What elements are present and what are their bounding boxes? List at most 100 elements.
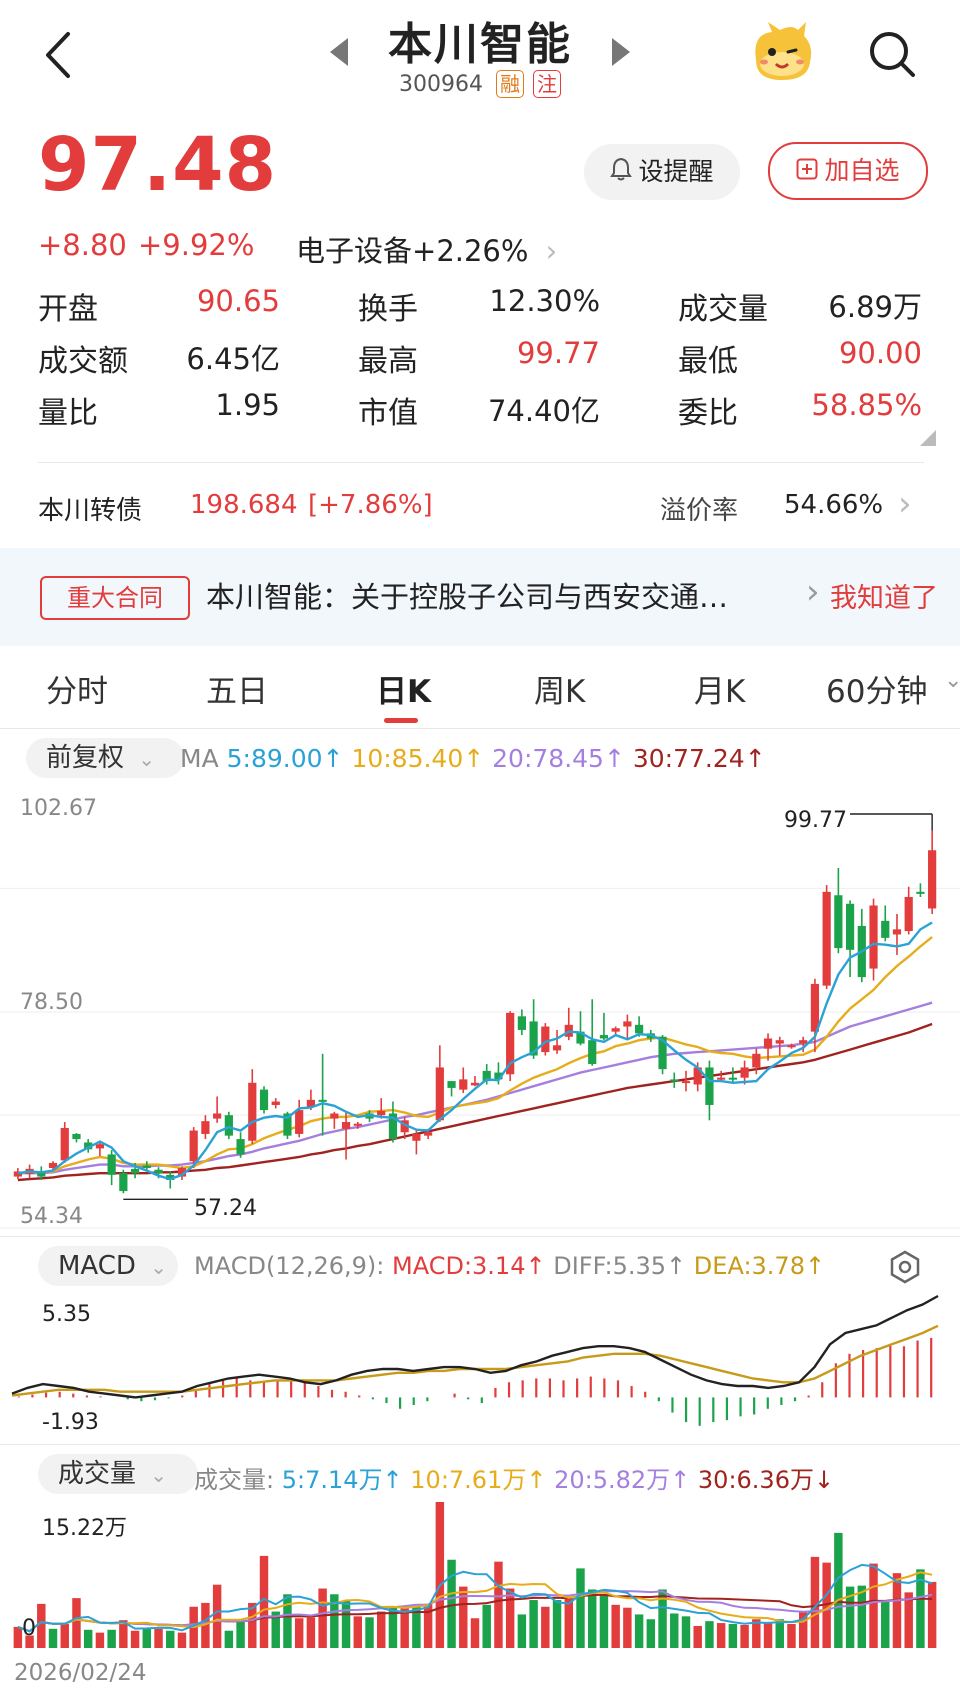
candle-body <box>681 1081 691 1084</box>
candle-body <box>928 850 937 909</box>
volume-bar <box>154 1628 163 1648</box>
macd-value: MACD:3.14↑ <box>392 1252 546 1280</box>
candle-body <box>634 1024 644 1034</box>
candle-body <box>517 1016 526 1030</box>
premium-rate-value[interactable]: 54.66% <box>784 490 883 520</box>
stat-value: 1.95 <box>215 388 280 422</box>
volume-bar <box>763 1623 773 1648</box>
candle-body <box>810 983 820 1032</box>
ma10-value: 10:85.40↑ <box>351 744 485 773</box>
volume-bar <box>646 1619 656 1648</box>
volume-bar <box>142 1628 152 1648</box>
stat-value: 90.65 <box>196 284 280 318</box>
candle-body <box>552 1045 562 1051</box>
ma20-value: 20:78.45↑ <box>492 744 625 773</box>
volume-bar <box>611 1604 620 1648</box>
stat-value: 74.40亿 <box>487 394 600 428</box>
candle-body <box>728 1077 737 1080</box>
bond-chevron-icon[interactable]: › <box>898 484 912 524</box>
volume-bar <box>904 1592 913 1648</box>
y-axis-bottom: 54.34 <box>20 1204 83 1229</box>
candle-body <box>412 1133 421 1141</box>
stat-label: 换手 <box>358 292 418 327</box>
dismiss-notice-button[interactable]: 我知道了 <box>830 576 938 615</box>
dea-line <box>11 1324 939 1397</box>
tab-more-chevron-icon[interactable]: ⌄ <box>944 668 960 693</box>
volume-bar <box>212 1584 222 1648</box>
volume-bar <box>634 1614 644 1648</box>
tab-0[interactable]: 分时 <box>46 666 108 711</box>
mascot-icon[interactable] <box>748 20 816 84</box>
candle-body <box>189 1130 198 1162</box>
volume-bar <box>353 1616 363 1648</box>
candle-body <box>775 1040 784 1044</box>
bell-icon <box>610 145 633 201</box>
volume-bar <box>681 1616 691 1648</box>
last-price: 97.48 <box>38 122 278 208</box>
adjust-label: 前复权 <box>46 743 125 773</box>
set-reminder-button[interactable]: 设提醒 <box>584 144 740 200</box>
settings-hex-icon[interactable] <box>888 1250 922 1284</box>
premium-rate-label: 溢价率 <box>660 496 739 526</box>
macd-chart[interactable] <box>0 1290 960 1442</box>
candle-body <box>670 1079 679 1082</box>
vol5-value: 5:7.14万↑ <box>281 1466 403 1494</box>
header-bar: 本川智能 300964 融 注 <box>0 0 960 115</box>
stat-value: 99.77 <box>516 336 600 370</box>
candle-body <box>752 1053 761 1068</box>
candle-body <box>834 895 843 949</box>
volume-dropdown[interactable]: 成交量 ⌄ <box>38 1454 198 1494</box>
volume-bar <box>72 1598 81 1648</box>
tab-4[interactable]: 月K <box>694 666 745 711</box>
notice-text[interactable]: 本川智能：关于控股子公司与西安交通… <box>206 574 786 616</box>
volume-bar <box>60 1624 69 1648</box>
macd-legend: MACD(12,26,9): MACD:3.14↑ DIFF:5.35↑ DEA… <box>194 1252 825 1280</box>
low-annotation: 57.24 <box>194 1196 257 1221</box>
volume-bar <box>705 1621 714 1648</box>
volume-chart[interactable] <box>0 1500 960 1650</box>
stat-label: 成交量 <box>678 292 768 327</box>
y-axis-top: 102.67 <box>20 796 97 821</box>
expand-corner-icon[interactable] <box>920 430 936 446</box>
vol20-value: 20:5.82万↑ <box>554 1466 691 1494</box>
ma10-line <box>17 936 933 1175</box>
volume-bar <box>166 1630 175 1648</box>
volume-bar <box>306 1617 316 1648</box>
dea-value: DEA:3.78↑ <box>693 1252 826 1280</box>
volume-bar <box>48 1628 58 1648</box>
stat-value: 58.85% <box>811 388 922 422</box>
ma-label: MA <box>180 744 219 773</box>
sector-pct: +2.26% <box>412 234 529 268</box>
next-stock-icon[interactable] <box>612 38 630 66</box>
volume-legend: 成交量: 5:7.14万↑ 10:7.61万↑ 20:5.82万↑ 30:6.3… <box>194 1460 834 1495</box>
volume-bar <box>95 1632 105 1648</box>
volume-bar <box>341 1600 351 1648</box>
candle-body <box>130 1168 140 1174</box>
volume-bar <box>435 1502 445 1648</box>
price-change-pct: +9.92% <box>138 228 255 262</box>
sector-link[interactable]: 电子设备+2.26% › <box>296 228 557 270</box>
macd-params: MACD(12,26,9): <box>194 1252 385 1280</box>
stock-code-row: 300964 融 注 <box>0 70 960 98</box>
stock-name: 本川智能 <box>388 19 572 70</box>
tab-3[interactable]: 周K <box>534 666 585 711</box>
candle-body <box>72 1133 81 1140</box>
candle-body <box>892 929 902 935</box>
search-icon[interactable] <box>866 28 918 80</box>
candle-body <box>799 1040 808 1044</box>
macd-dropdown[interactable]: MACD ⌄ <box>38 1246 178 1286</box>
candle-body <box>740 1067 749 1078</box>
divider <box>0 728 960 729</box>
candle-body <box>236 1139 245 1155</box>
volume-bar <box>927 1581 937 1648</box>
tab-1[interactable]: 五日 <box>206 666 268 711</box>
adjust-dropdown[interactable]: 前复权 ⌄ <box>26 738 184 778</box>
stat-value: 6.45亿 <box>186 342 280 376</box>
volume-bar <box>775 1619 784 1648</box>
tab-5[interactable]: 60分钟 <box>826 666 927 711</box>
add-watchlist-button[interactable]: 加自选 <box>768 142 928 200</box>
tab-2[interactable]: 日K <box>376 666 431 711</box>
volume-bar <box>107 1629 116 1648</box>
candlestick-chart[interactable] <box>0 786 960 1232</box>
candle-body <box>869 905 878 969</box>
